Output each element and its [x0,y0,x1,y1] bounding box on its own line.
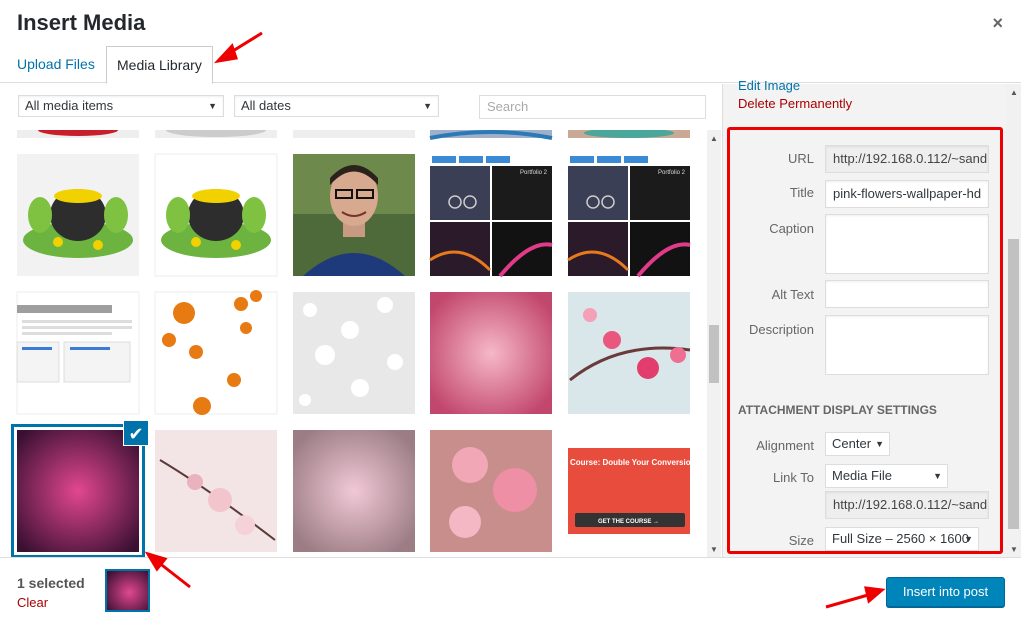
thumb-course[interactable]: Course: Double Your Conversion In GET TH… [568,430,705,552]
thumb-cherry-blossom-2[interactable] [568,292,691,414]
selected-attachment-frame[interactable] [17,430,139,552]
sidebar-scrollbar[interactable]: ▲ ▼ [1006,84,1021,557]
course-button: GET THE COURSE → [598,519,659,525]
scroll-down-icon[interactable]: ▼ [1010,545,1018,554]
grid-scrollbar-thumb[interactable] [709,325,719,383]
thumb-cherry-blossom-4[interactable] [430,430,552,552]
thumb-portfolio-2[interactable]: Portfolio 2 [567,154,691,278]
thumb-pumpkins[interactable] [154,290,278,415]
search-input[interactable]: Search [479,95,706,119]
insert-into-post-button[interactable]: Insert into post [886,577,1005,607]
edit-image-link[interactable]: Edit Image [738,78,800,93]
date-filter-value: All dates [241,98,291,113]
scroll-down-icon[interactable]: ▼ [710,545,718,554]
portfolio-caption-2: Portfolio 2 [658,170,686,176]
thumb-portfolio-1[interactable]: Portfolio 2 [429,154,553,278]
thumb-blossom-branch[interactable] [155,430,277,552]
grid-scrollbar[interactable]: ▲ ▼ [707,130,721,557]
thumb-cherry-blossom-3[interactable] [293,430,415,552]
thumb-document[interactable] [16,291,140,415]
scroll-up-icon[interactable]: ▲ [1010,88,1018,97]
close-icon[interactable]: × [992,13,1003,34]
thumb-cherry-blossom-1[interactable] [430,292,552,414]
selection-preview-thumb[interactable] [105,569,150,612]
scroll-up-icon[interactable]: ▲ [710,134,718,143]
media-tabs: Upload Files Media Library [0,46,1021,84]
insert-media-modal: Insert Media × Upload Files Media Librar… [0,0,1021,619]
thumb-cauldron-2[interactable] [154,153,278,277]
delete-permanently-link[interactable]: Delete Permanently [738,96,852,111]
media-toolbar-footer [0,557,1021,619]
thumb-portrait[interactable] [293,154,415,276]
tab-media-library[interactable]: Media Library [106,46,213,84]
selection-preview-image [107,571,148,610]
thumb-snowflakes[interactable] [293,292,415,414]
selection-count: 1 selected [17,575,85,591]
date-filter[interactable]: All dates ▼ [234,95,439,117]
thumb-cauldron-1[interactable] [17,154,139,276]
media-grid: Portfolio 2 Portfolio 2 Course: Double Y… [0,130,706,557]
checkmark-icon[interactable]: ✔ [123,420,149,446]
course-headline: Course: Double Your Conversion In [570,458,705,467]
sidebar-scrollbar-thumb[interactable] [1008,239,1019,529]
partial-row-top [17,130,690,140]
clear-selection-link[interactable]: Clear [17,595,48,610]
annotation-highlight-box [727,127,1003,554]
modal-title: Insert Media [17,10,146,35]
chevron-down-icon: ▼ [423,101,432,111]
portfolio-caption-1: Portfolio 2 [520,170,548,176]
chevron-down-icon: ▼ [208,101,217,111]
media-type-filter-value: All media items [25,98,114,113]
tab-upload-files[interactable]: Upload Files [7,46,105,84]
media-type-filter[interactable]: All media items ▼ [18,95,224,117]
